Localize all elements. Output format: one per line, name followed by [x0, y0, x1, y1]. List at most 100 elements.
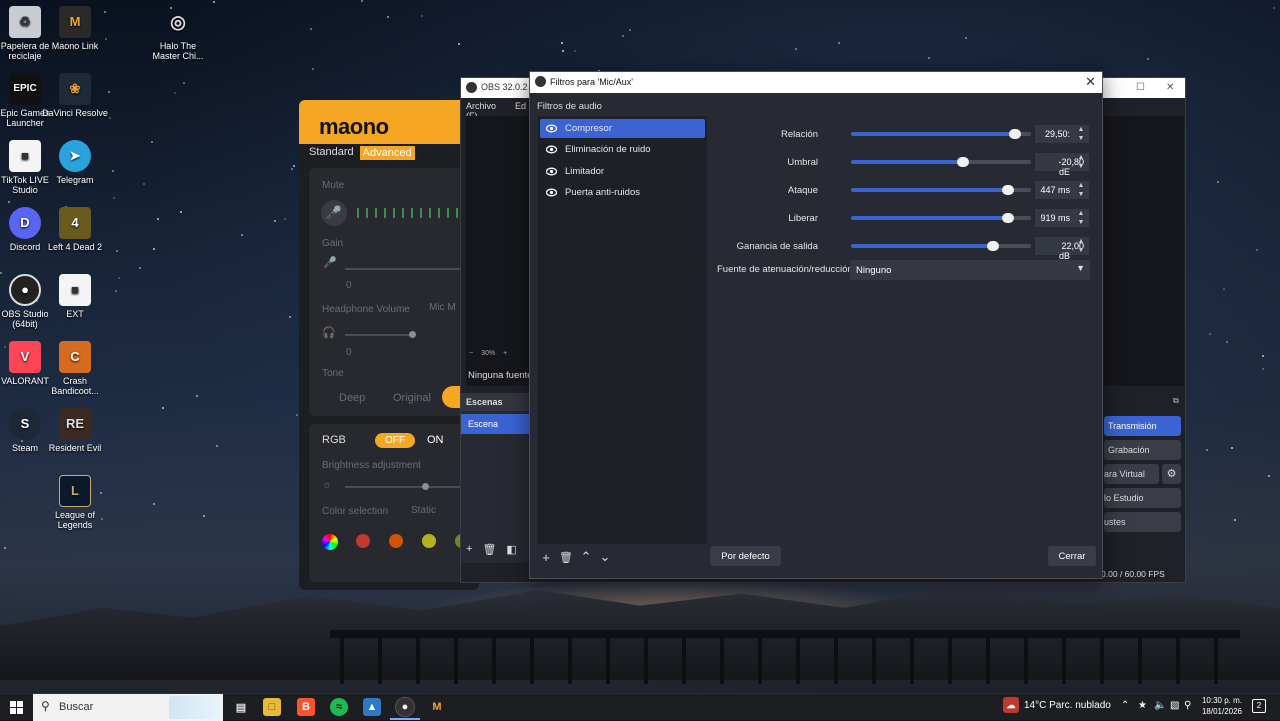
color-swatch-3[interactable]: [422, 534, 436, 548]
brightness-slider[interactable]: [345, 486, 470, 488]
spin-arrows-icon[interactable]: ▲ ▼: [1074, 125, 1088, 143]
tone-original[interactable]: Original: [393, 392, 431, 404]
clock-date[interactable]: 18/01/2026: [1200, 707, 1242, 716]
add-scene-icon[interactable]: +: [466, 543, 472, 556]
gain-slider[interactable]: [345, 268, 475, 270]
remove-scene-icon[interactable]: 🗑: [482, 543, 496, 556]
desktop-icon-l4d2[interactable]: 4 Left 4 Dead 2: [42, 207, 108, 252]
windows-start-icon[interactable]: [10, 701, 23, 714]
tab-advanced[interactable]: Advanced: [359, 146, 415, 160]
settings-button[interactable]: ustes: [1104, 512, 1181, 532]
star: [196, 395, 198, 397]
defaults-button[interactable]: Por defecto: [710, 546, 781, 566]
ducking-source-dropdown[interactable]: Ninguno ▼: [850, 260, 1090, 280]
filter-item-limitador[interactable]: Limitador: [540, 162, 705, 181]
brave-browser-icon[interactable]: B: [297, 698, 315, 716]
color-wheel-swatch[interactable]: [322, 534, 338, 550]
file-explorer-icon[interactable]: □: [263, 698, 281, 716]
obs-taskbar-icon[interactable]: ●: [395, 697, 415, 717]
desktop-icon-lol[interactable]: L League of Legends: [42, 475, 108, 530]
visibility-eye-icon[interactable]: [546, 187, 557, 198]
visibility-eye-icon[interactable]: [546, 166, 557, 177]
param-slider-knob[interactable]: [1001, 185, 1014, 195]
param-slider[interactable]: [851, 185, 1031, 195]
color-swatch-1[interactable]: [356, 534, 370, 548]
scene-item[interactable]: Escena: [461, 414, 531, 434]
spotify-icon[interactable]: ≈: [330, 698, 348, 716]
move-down-icon[interactable]: ⌄: [597, 549, 613, 565]
spin-arrows-icon[interactable]: ▲ ▼: [1074, 181, 1088, 199]
dialog-titlebar: Filtros para 'Mic/Aux' ✕: [530, 72, 1102, 93]
input-icon[interactable]: ▧: [1170, 700, 1179, 711]
filter-item-compresor[interactable]: Compresor: [540, 119, 705, 138]
clock-time[interactable]: 10:30 p. m.: [1200, 696, 1242, 705]
remove-filter-icon[interactable]: 🗑: [558, 549, 574, 565]
desktop-icon-halo[interactable]: ◎ Halo The Master Chi...: [145, 6, 211, 61]
virtual-camera-settings-gear-icon[interactable]: ⚙: [1162, 464, 1181, 484]
color-swatch-2[interactable]: [389, 534, 403, 548]
start-recording-button[interactable]: Grabación: [1104, 440, 1181, 460]
tone-deep[interactable]: Deep: [339, 392, 365, 404]
scene-filter-icon[interactable]: ◧: [506, 543, 516, 556]
close-button[interactable]: Cerrar: [1048, 546, 1096, 566]
desktop-icon-davinci[interactable]: ❀ DaVinci Resolve: [42, 73, 108, 118]
headphone-slider[interactable]: [345, 334, 415, 336]
mic-icon[interactable]: ⚲: [1184, 700, 1191, 711]
start-streaming-button[interactable]: Transmisión: [1104, 416, 1181, 436]
param-label: Relación: [781, 129, 818, 140]
weather-icon: ☁: [1003, 697, 1019, 713]
chevron-up-icon[interactable]: ⌃: [1121, 700, 1129, 711]
spin-arrows-icon[interactable]: ▲ ▼: [1074, 209, 1088, 227]
spin-arrows-icon[interactable]: ▲ ▼: [1074, 153, 1088, 171]
maono-taskbar-icon[interactable]: M: [428, 698, 446, 716]
spin-arrows-icon[interactable]: ▲ ▼: [1074, 237, 1088, 255]
gain-icon: 🎤: [323, 257, 337, 269]
task-view-icon[interactable]: ▤: [232, 698, 250, 716]
speaker-icon[interactable]: 🔈: [1154, 700, 1166, 711]
param-slider-knob[interactable]: [987, 241, 1000, 251]
rgb-on-toggle[interactable]: ON: [427, 434, 444, 446]
param-slider-knob[interactable]: [1001, 213, 1014, 223]
brightness-slider-knob[interactable]: [422, 483, 429, 490]
notifications-icon[interactable]: 2: [1252, 699, 1266, 713]
virtual-camera-button[interactable]: ara Virtual: [1104, 464, 1159, 484]
menu-file[interactable]: Archivo (F): [466, 101, 509, 121]
close-icon[interactable]: ✕: [1166, 82, 1174, 93]
maono-window: maono Standard Advanced Mute 🎤 Gain 🎤 0 …: [299, 100, 479, 590]
desktop-icon-ext[interactable]: ■ EXT: [42, 274, 108, 319]
move-up-icon[interactable]: ⌃: [578, 549, 594, 565]
param-slider[interactable]: [851, 129, 1031, 139]
obs-logo-icon: [535, 76, 546, 87]
desktop-icon-resident-evil[interactable]: RE Resident Evil: [42, 408, 108, 453]
desktop-icon-crash[interactable]: C Crash Bandicoot...: [42, 341, 108, 396]
weather-text[interactable]: 14°C Parc. nublado: [1024, 700, 1111, 711]
network-icon[interactable]: ★: [1138, 700, 1147, 711]
visibility-eye-icon[interactable]: [546, 123, 557, 134]
star: [8, 201, 10, 203]
param-slider[interactable]: [851, 157, 1031, 167]
taskbar-search-box[interactable]: ⚲ Buscar: [33, 694, 223, 721]
app-icon[interactable]: ▲: [363, 698, 381, 716]
param-slider-knob[interactable]: [1008, 129, 1021, 139]
param-slider-knob[interactable]: [956, 157, 969, 167]
menu-edit[interactable]: Ed: [515, 101, 526, 113]
visibility-eye-icon[interactable]: [546, 144, 557, 155]
filter-item-eliminacion-ruido[interactable]: Eliminación de ruido: [540, 140, 705, 159]
dialog-close-icon[interactable]: ✕: [1085, 74, 1096, 90]
studio-mode-button[interactable]: lo Estudio: [1104, 488, 1181, 508]
dock-undock-icon[interactable]: ⧉: [1173, 396, 1179, 406]
desktop-icon-maono-link[interactable]: M Maono Link: [42, 6, 108, 51]
static-mode[interactable]: Static: [411, 505, 436, 516]
maximize-icon[interactable]: ☐: [1136, 82, 1145, 93]
filter-item-puerta-anti-ruidos[interactable]: Puerta anti-ruidos: [540, 183, 705, 202]
rgb-off-toggle[interactable]: OFF: [375, 433, 415, 448]
headphone-slider-knob[interactable]: [409, 331, 416, 338]
desktop-icon-telegram[interactable]: ➤ Telegram: [42, 140, 108, 185]
tab-standard[interactable]: Standard: [309, 146, 354, 160]
param-slider[interactable]: [851, 213, 1031, 223]
param-slider[interactable]: [851, 241, 1031, 251]
zoom-out-icon[interactable]: −: [469, 350, 473, 360]
zoom-in-icon[interactable]: +: [503, 350, 507, 360]
microphone-icon[interactable]: 🎤: [321, 200, 347, 226]
add-filter-icon[interactable]: +: [538, 549, 554, 565]
